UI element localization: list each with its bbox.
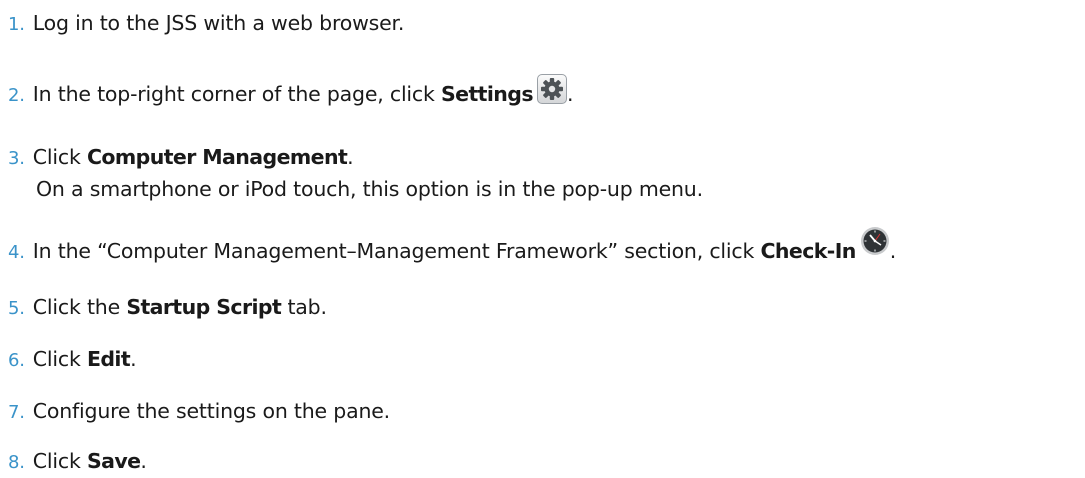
step-text: Click	[32, 145, 87, 169]
step-text-end: tab.	[281, 295, 327, 319]
save-label: Save	[86, 449, 141, 473]
step-5: 5. Click the Startup Script tab.	[8, 292, 1085, 324]
step-text-end: .	[347, 145, 354, 169]
step-3: 3. Click Computer Management. On a smartp…	[8, 142, 1085, 204]
step-4: 4. In the “Computer Management–Management…	[8, 226, 1085, 268]
step-number: 5.	[8, 298, 25, 319]
step-7: 7. Configure the settings on the pane.	[8, 396, 1085, 428]
step-text-end: .	[130, 347, 137, 371]
step-number: 2.	[8, 85, 25, 106]
step-text-end: .	[889, 239, 897, 263]
computer-management-label: Computer Management	[86, 145, 348, 169]
step-6: 6. Click Edit.	[8, 344, 1085, 376]
settings-label: Settings	[441, 82, 534, 106]
step-number: 4.	[8, 242, 25, 263]
step-number: 1.	[8, 14, 25, 35]
step-note: On a smartphone or iPod touch, this opti…	[36, 177, 703, 201]
clock-icon	[860, 226, 890, 256]
step-number: 3.	[8, 148, 25, 169]
step-text-end: .	[140, 449, 147, 473]
instruction-list: 1. Log in to the JSS with a web browser. …	[0, 0, 1085, 478]
step-number: 7.	[8, 402, 25, 423]
gear-icon	[536, 74, 567, 104]
step-number: 8.	[8, 452, 25, 473]
step-text-end: .	[566, 82, 574, 106]
check-in-label: Check-In	[760, 239, 856, 263]
step-text: In the “Computer Management–Management F…	[32, 239, 761, 263]
edit-label: Edit	[86, 347, 131, 371]
step-2: 2. In the top-right corner of the page, c…	[8, 74, 1085, 111]
startup-script-label: Startup Script	[126, 295, 282, 319]
step-text: Click the	[32, 295, 127, 319]
step-1: 1. Log in to the JSS with a web browser.	[8, 8, 1085, 40]
step-text: Log in to the JSS with a web browser.	[32, 11, 405, 35]
step-text: Click	[32, 449, 87, 473]
step-text: Click	[32, 347, 87, 371]
step-number: 6.	[8, 350, 25, 371]
step-text: Configure the settings on the pane.	[32, 399, 390, 423]
step-8: 8. Click Save.	[8, 446, 1085, 478]
step-text: In the top-right corner of the page, cli…	[32, 82, 441, 106]
